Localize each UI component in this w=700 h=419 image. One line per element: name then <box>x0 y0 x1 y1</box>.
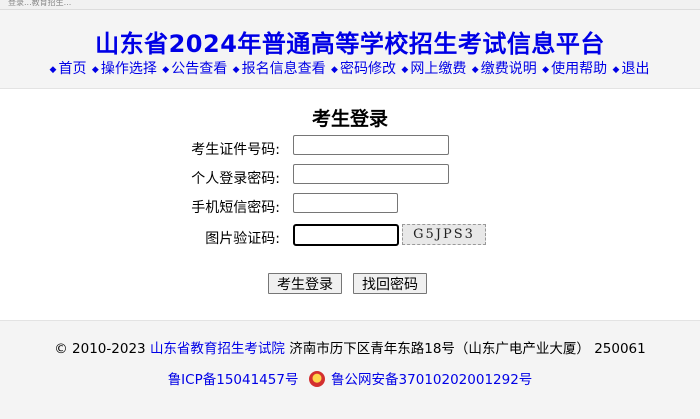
diamond-bullet-icon: ◆ <box>542 65 550 75</box>
sms-code-label: 手机短信密码: <box>191 200 280 216</box>
site-footer: © 2010-2023 山东省教育招生考试院 济南市历下区青年东路18号（山东广… <box>0 320 700 419</box>
captcha-image[interactable]: G5JPS3 <box>402 224 486 245</box>
nav-item-online-payment[interactable]: ◆ 网上缴费 <box>401 61 467 77</box>
icp-link[interactable]: 鲁ICP备15041457号 <box>168 372 299 388</box>
nav-link-logout[interactable]: 退出 <box>621 61 649 77</box>
browser-tab-strip: 登录...教育招生... <box>0 0 700 10</box>
site-title: 山东省2024年普通高等学校招生考试信息平台 <box>95 30 605 58</box>
nav-item-help[interactable]: ◆ 使用帮助 <box>542 61 608 77</box>
nav-link-online-payment[interactable]: 网上缴费 <box>410 61 466 77</box>
nav-link-registration-info[interactable]: 报名信息查看 <box>242 61 326 77</box>
address-text: 济南市历下区青年东路18号（山东广电产业大厦） 250061 <box>289 341 646 357</box>
browser-tab-text: 登录...教育招生... <box>8 0 72 7</box>
nav-link-operation[interactable]: 操作选择 <box>101 61 157 77</box>
captcha-input[interactable] <box>293 224 399 246</box>
id-number-input[interactable] <box>293 135 449 155</box>
main-nav: ◆ 首页 ◆ 操作选择 ◆ 公告查看 ◆ 报名信息查看 ◆ 密码修改 ◆ 网上缴费 ◆ 缴费说… <box>0 58 700 78</box>
org-link[interactable]: 山东省教育招生考试院 <box>150 341 285 357</box>
nav-link-home[interactable]: 首页 <box>58 61 86 77</box>
id-number-label: 考生证件号码: <box>191 142 280 158</box>
nav-item-home[interactable]: ◆ 首页 <box>50 61 88 77</box>
nav-link-help[interactable]: 使用帮助 <box>551 61 607 77</box>
police-emblem-icon <box>308 371 325 387</box>
copyright-text: © 2010-2023 <box>54 341 146 357</box>
sms-code-row: 手机短信密码: <box>0 193 700 217</box>
nav-link-payment-info[interactable]: 缴费说明 <box>481 61 537 77</box>
sms-code-input[interactable] <box>293 193 398 213</box>
nav-item-payment-info[interactable]: ◆ 缴费说明 <box>472 61 538 77</box>
diamond-bullet-icon: ◆ <box>162 65 170 75</box>
nav-item-notices[interactable]: ◆ 公告查看 <box>162 61 228 77</box>
nav-item-logout[interactable]: ◆ 退出 <box>613 61 651 77</box>
copyright-line: © 2010-2023 山东省教育招生考试院 济南市历下区青年东路18号（山东广… <box>0 337 700 357</box>
password-row: 个人登录密码: <box>0 164 700 188</box>
password-input[interactable] <box>293 164 449 184</box>
id-number-row: 考生证件号码: <box>0 135 700 159</box>
diamond-bullet-icon: ◆ <box>232 65 240 75</box>
nav-link-notices[interactable]: 公告查看 <box>171 61 227 77</box>
diamond-bullet-icon: ◆ <box>91 65 99 75</box>
nav-item-operation[interactable]: ◆ 操作选择 <box>92 61 158 77</box>
diamond-bullet-icon: ◆ <box>401 65 409 75</box>
nav-link-change-password[interactable]: 密码修改 <box>340 61 396 77</box>
login-title: 考生登录 <box>311 108 388 130</box>
nav-item-change-password[interactable]: ◆ 密码修改 <box>331 61 397 77</box>
diamond-bullet-icon: ◆ <box>612 65 620 75</box>
captcha-row: 图片验证码: G5JPS3 <box>0 224 700 248</box>
captcha-label: 图片验证码: <box>205 231 280 247</box>
police-record-link[interactable]: 鲁公网安备37010202001292号 <box>331 372 532 388</box>
recover-password-button[interactable]: 找回密码 <box>353 273 427 294</box>
site-header: 山东省2024年普通高等学校招生考试信息平台 ◆ 首页 ◆ 操作选择 ◆ 公告查看 ◆… <box>0 10 700 89</box>
diamond-bullet-icon: ◆ <box>49 65 57 75</box>
login-button[interactable]: 考生登录 <box>268 273 342 294</box>
password-label: 个人登录密码: <box>191 171 280 187</box>
diamond-bullet-icon: ◆ <box>331 65 338 75</box>
nav-item-registration-info[interactable]: ◆ 报名信息查看 <box>233 61 327 77</box>
icp-line: 鲁ICP备15041457号 鲁公网安备37010202001292号 <box>0 368 700 388</box>
diamond-bullet-icon: ◆ <box>471 65 479 75</box>
